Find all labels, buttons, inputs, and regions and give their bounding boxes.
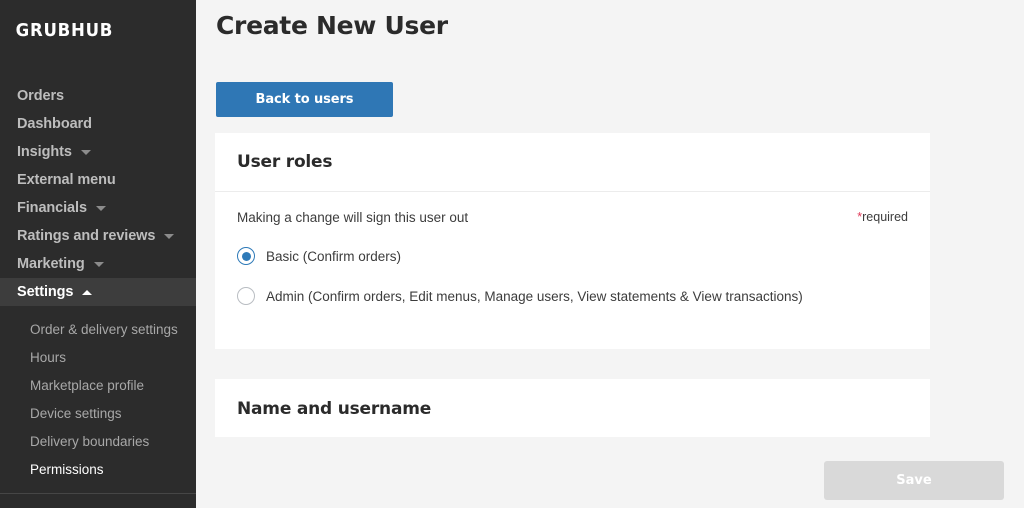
save-button[interactable]: Save [824,461,1004,500]
sidebar-item-financials[interactable]: Financials [0,194,196,222]
main-content: Create New User Back to users User roles… [196,0,1024,508]
sidebar-item-label: Ratings and reviews [17,228,156,244]
sidebar-item-insights[interactable]: Insights [0,138,196,166]
chevron-down-icon[interactable] [80,149,91,155]
sidebar-subitem-permissions[interactable]: Permissions [0,455,196,483]
sidebar-item-label: External menu [17,172,116,188]
sidebar-subitem-label: Delivery boundaries [30,433,150,449]
required-label: *required [857,210,908,224]
user-role-option-basic[interactable]: Basic (Confirm orders) [237,247,908,265]
sidebar-subitem-delivery-boundaries[interactable]: Delivery boundaries [0,427,196,455]
sidebar-divider [0,493,196,494]
sidebar-item-orders[interactable]: Orders [0,82,196,110]
sidebar-subitem-device-settings[interactable]: Device settings [0,399,196,427]
sidebar-subitem-label: Hours [30,349,67,365]
sidebar-subitem-hours[interactable]: Hours [0,343,196,371]
footer-action-bar: Save [196,437,1024,508]
user-role-option-label: Basic (Confirm orders) [266,248,402,264]
name-and-username-card-header: Name and username [215,379,930,438]
grubhub-logo: GRUBHUB [15,20,114,41]
chevron-down-icon[interactable] [93,261,104,267]
sidebar: GRUBHUB Orders Dashboard Insights External … [0,0,196,508]
sidebar-item-label: Settings [17,284,74,300]
user-roles-title: User roles [237,152,333,172]
sidebar-main-nav: Orders Dashboard Insights External menu Fina… [0,82,196,306]
required-text: required [862,210,908,224]
sidebar-item-label: Marketing [17,256,85,272]
user-roles-card-body: Making a change will sign this user out … [215,192,930,305]
sidebar-item-ratings-and-reviews[interactable]: Ratings and reviews [0,222,196,250]
radio-unselected-icon[interactable] [237,287,255,305]
sidebar-subitem-label: Order & delivery settings [30,321,178,337]
user-roles-card: User roles Making a change will sign thi… [215,133,930,349]
sidebar-item-label: Orders [17,88,64,104]
sidebar-subitem-order-delivery-settings[interactable]: Order & delivery settings [0,315,196,343]
sidebar-item-label: Dashboard [17,116,92,132]
back-to-users-button[interactable]: Back to users [216,82,393,117]
chevron-up-icon[interactable] [82,289,93,295]
chevron-down-icon[interactable] [95,205,106,211]
user-roles-note: Making a change will sign this user out [237,210,469,225]
page-title: Create New User [216,11,448,40]
sidebar-item-label: Financials [17,200,87,216]
sidebar-subitem-label: Permissions [30,461,104,477]
chevron-down-icon[interactable] [164,233,175,239]
user-role-option-admin[interactable]: Admin (Confirm orders, Edit menus, Manag… [237,287,908,305]
sidebar-subitem-label: Marketplace profile [30,377,145,393]
sidebar-item-marketing[interactable]: Marketing [0,250,196,278]
user-roles-option-list: Basic (Confirm orders) Admin (Confirm ord… [237,247,908,305]
sidebar-sub-nav: Order & delivery settings Hours Marketplac… [0,315,196,483]
user-role-option-label: Admin (Confirm orders, Edit menus, Manag… [266,288,803,304]
sidebar-subitem-marketplace-profile[interactable]: Marketplace profile [0,371,196,399]
sidebar-item-dashboard[interactable]: Dashboard [0,110,196,138]
sidebar-subitem-label: Device settings [30,405,122,421]
user-roles-card-header: User roles [215,133,930,192]
name-and-username-title: Name and username [237,398,432,419]
sidebar-item-external-menu[interactable]: External menu [0,166,196,194]
radio-selected-icon[interactable] [237,247,255,265]
sidebar-item-settings[interactable]: Settings [0,278,196,306]
sidebar-item-label: Insights [17,144,72,160]
